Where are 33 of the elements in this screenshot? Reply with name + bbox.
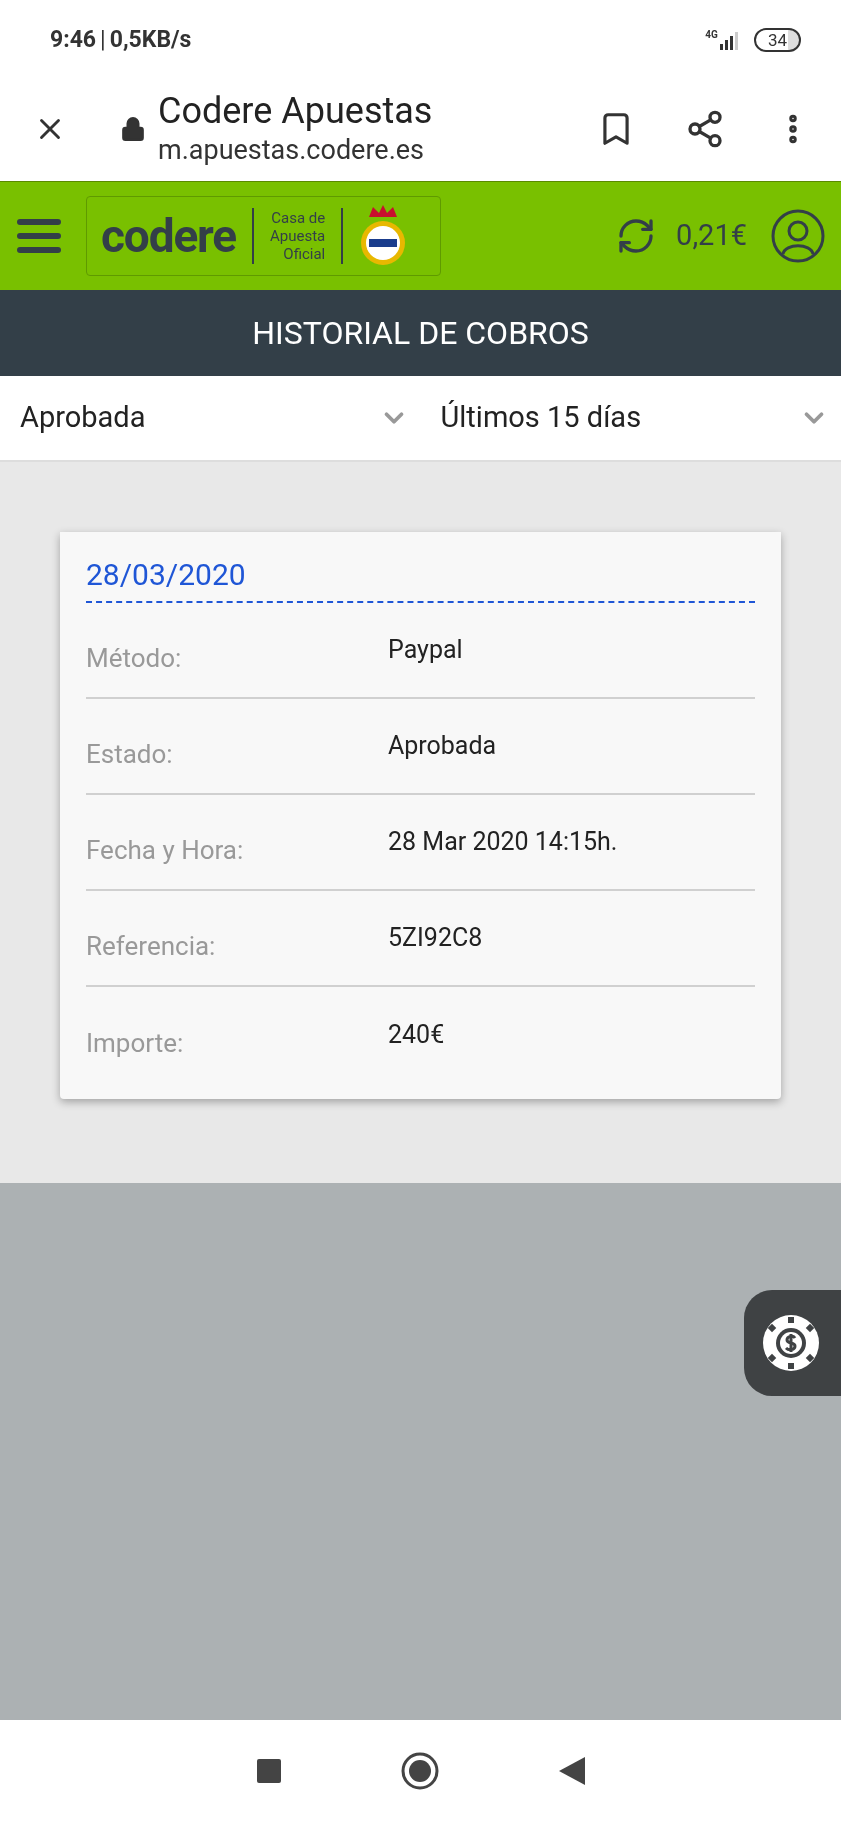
lock-icon [120, 115, 146, 142]
filter-dropdown[interactable]: Aprobada [0, 376, 421, 460]
network-type: 4G [705, 30, 718, 40]
field-value: 28 Mar 2020 14:15h. [388, 826, 618, 859]
brand-logo: codere [101, 213, 237, 259]
card-date: 28/03/2020 [86, 557, 246, 592]
share-icon[interactable] [685, 108, 725, 149]
balance-amount: 0,21€ [676, 217, 747, 255]
filter-dropdown[interactable]: Últimos 15 días [420, 376, 841, 460]
field-label: Método: [86, 641, 183, 675]
home-icon[interactable] [400, 1752, 439, 1790]
recents-icon[interactable] [256, 1759, 281, 1783]
field-value: Aprobada [388, 730, 497, 763]
field-label: Estado: [86, 737, 174, 771]
field-value: 5ZI92C8 [388, 922, 483, 955]
status-time: 9:46 [50, 24, 97, 55]
page-title: Codere Apuestas [158, 89, 433, 135]
battery-indicator: 34 [753, 28, 801, 52]
network-speed: 0,5KB/s [109, 24, 192, 55]
logo-panel[interactable]: codere Casa de Apuesta Oficial [86, 196, 441, 276]
menu-icon[interactable] [16, 217, 62, 255]
section-title: HISTORIAL DE COBROS [252, 313, 589, 354]
casino-chip-icon[interactable] [762, 1314, 820, 1372]
user-avatar-icon[interactable] [771, 209, 825, 263]
field-value: 240€ [388, 1019, 445, 1052]
url-text[interactable]: m.apuestas.codere.es [158, 134, 433, 168]
field-value: Paypal [388, 634, 463, 667]
field-label: Importe: [86, 1026, 185, 1060]
back-icon[interactable] [558, 1757, 585, 1785]
field-label: Fecha y Hora: [86, 833, 245, 867]
logo-tagline: Casa de Apuesta Oficial [270, 209, 326, 263]
field-label: Referencia: [86, 929, 217, 963]
separator: | [100, 24, 106, 55]
